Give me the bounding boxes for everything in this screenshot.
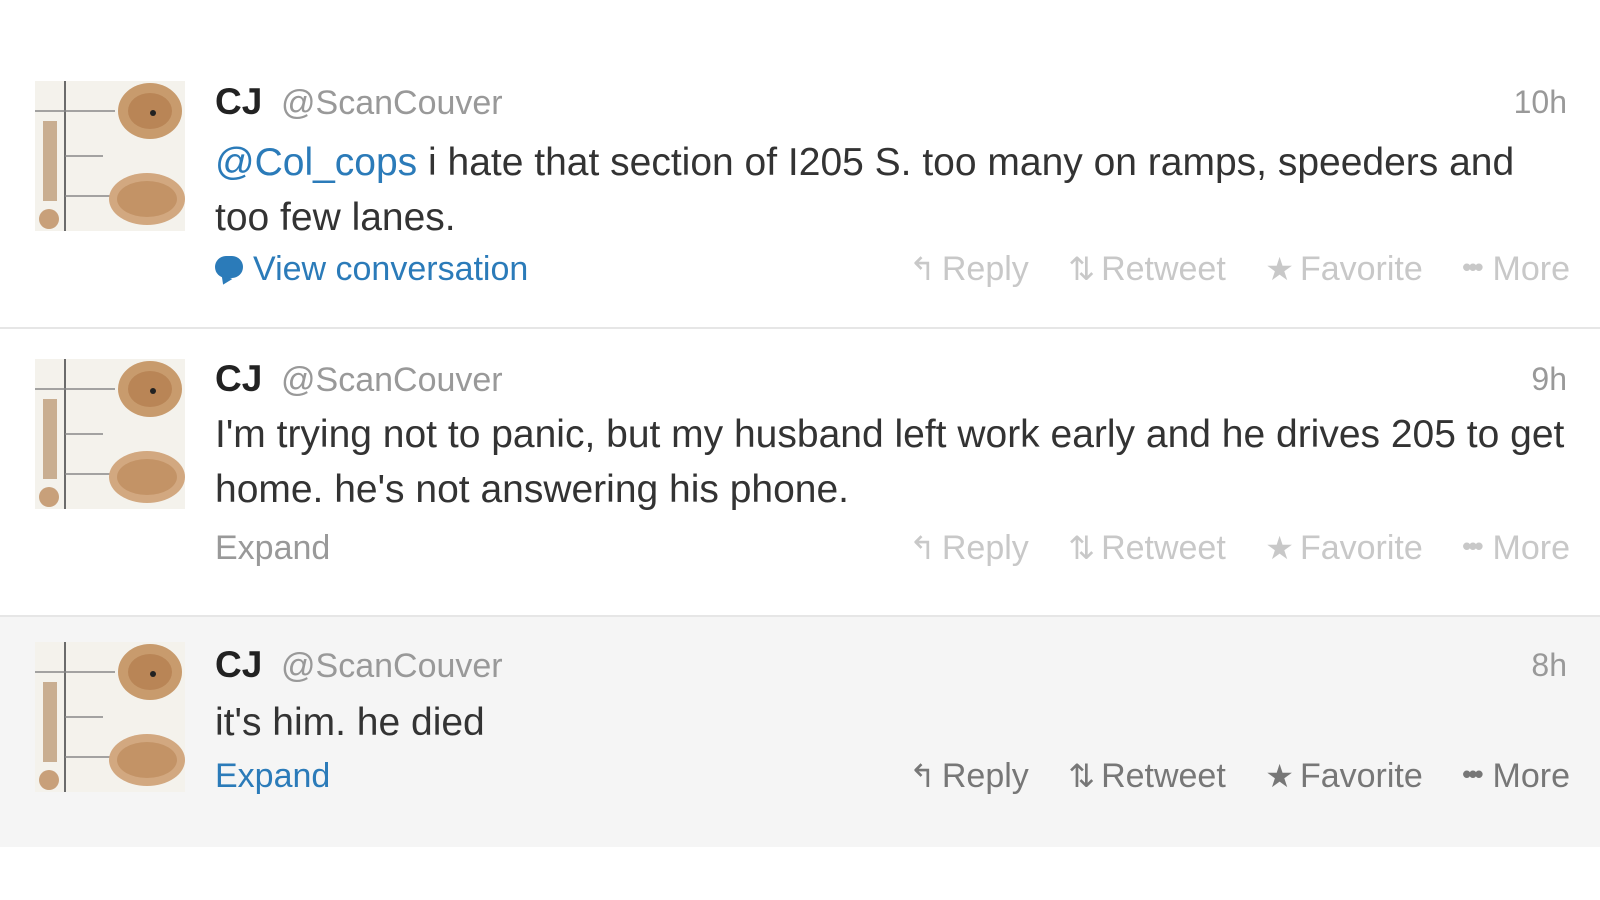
expand-link[interactable]: Expand [215,757,330,796]
display-name[interactable]: CJ [215,81,262,123]
expand-link[interactable]: Expand [215,529,330,568]
tweet-header: CJ @ScanCouver 8h [215,644,1600,686]
user-avatar[interactable] [35,642,185,792]
star-icon: ★ [1265,251,1294,287]
mention-link[interactable]: @Col_cops [215,141,417,184]
tweet-footer: View conversation ↰ Reply ⇅ Retweet ★ Favor… [215,250,1570,294]
timestamp[interactable]: 9h [1531,361,1567,398]
more-button[interactable]: ••• More [1462,529,1570,568]
display-name[interactable]: CJ [215,644,262,686]
speech-bubble-icon [215,256,243,279]
tweet-actions: ↰ Reply ⇅ Retweet ★ Favorite ••• More [879,250,1570,294]
user-avatar[interactable] [35,81,185,231]
more-button[interactable]: ••• More [1462,757,1570,796]
reply-arrow-icon: ↰ [909,530,936,566]
user-handle[interactable]: @ScanCouver [281,647,503,686]
more-button[interactable]: ••• More [1462,250,1570,289]
tweet-1[interactable]: CJ @ScanCouver 10h @Col_cops i hate that… [0,55,1600,329]
more-label: More [1492,757,1570,795]
retweet-button[interactable]: ⇅ Retweet [1068,757,1226,796]
user-handle[interactable]: @ScanCouver [281,361,503,400]
tweet-text: it's him. he died [215,701,485,744]
tweet-header: CJ @ScanCouver 9h [215,358,1600,400]
tweet-3[interactable]: CJ @ScanCouver 8h it's him. he died Expa… [0,617,1600,847]
retweet-icon: ⇅ [1068,530,1096,566]
user-avatar[interactable] [35,359,185,509]
tweet-footer: Expand ↰ Reply ⇅ Retweet ★ Favorite ••• More [215,757,1570,801]
more-dots-icon: ••• [1462,759,1483,789]
more-dots-icon: ••• [1462,252,1483,282]
reply-label: Reply [941,250,1029,288]
more-label: More [1492,250,1570,288]
tweet-footer: Expand ↰ Reply ⇅ Retweet ★ Favorite ••• More [215,529,1570,573]
favorite-label: Favorite [1299,529,1423,567]
retweet-button[interactable]: ⇅ Retweet [1068,529,1226,568]
tweet-header: CJ @ScanCouver 10h [215,81,1600,123]
favorite-button[interactable]: ★ Favorite [1265,757,1423,796]
user-handle[interactable]: @ScanCouver [281,84,503,123]
tweet-actions: ↰ Reply ⇅ Retweet ★ Favorite ••• More [879,757,1570,801]
view-conversation-label: View conversation [253,250,529,288]
favorite-label: Favorite [1299,250,1423,288]
tweet-2[interactable]: CJ @ScanCouver 9h I'm trying not to pani… [0,329,1600,617]
retweet-icon: ⇅ [1068,251,1096,287]
favorite-label: Favorite [1299,757,1423,795]
retweet-label: Retweet [1101,757,1226,795]
favorite-button[interactable]: ★ Favorite [1265,250,1423,289]
reply-arrow-icon: ↰ [909,758,936,794]
tweet-actions: ↰ Reply ⇅ Retweet ★ Favorite ••• More [879,529,1570,573]
reply-label: Reply [941,757,1029,795]
more-label: More [1492,529,1570,567]
favorite-button[interactable]: ★ Favorite [1265,529,1423,568]
reply-button[interactable]: ↰ Reply [909,757,1029,796]
reply-label: Reply [941,529,1029,567]
star-icon: ★ [1265,530,1294,566]
retweet-label: Retweet [1101,529,1226,567]
reply-button[interactable]: ↰ Reply [909,250,1029,289]
star-icon: ★ [1265,758,1294,794]
more-dots-icon: ••• [1462,531,1483,561]
retweet-button[interactable]: ⇅ Retweet [1068,250,1226,289]
timestamp[interactable]: 10h [1514,84,1567,121]
reply-button[interactable]: ↰ Reply [909,529,1029,568]
tweet-text: I'm trying not to panic, but my husband … [215,413,1565,511]
retweet-label: Retweet [1101,250,1226,288]
retweet-icon: ⇅ [1068,758,1096,794]
reply-arrow-icon: ↰ [909,251,936,287]
timestamp[interactable]: 8h [1531,647,1567,684]
display-name[interactable]: CJ [215,358,262,400]
tweet-text: @Col_cops i hate that section of I205 S.… [215,135,1555,245]
view-conversation-link[interactable]: View conversation [215,250,528,289]
